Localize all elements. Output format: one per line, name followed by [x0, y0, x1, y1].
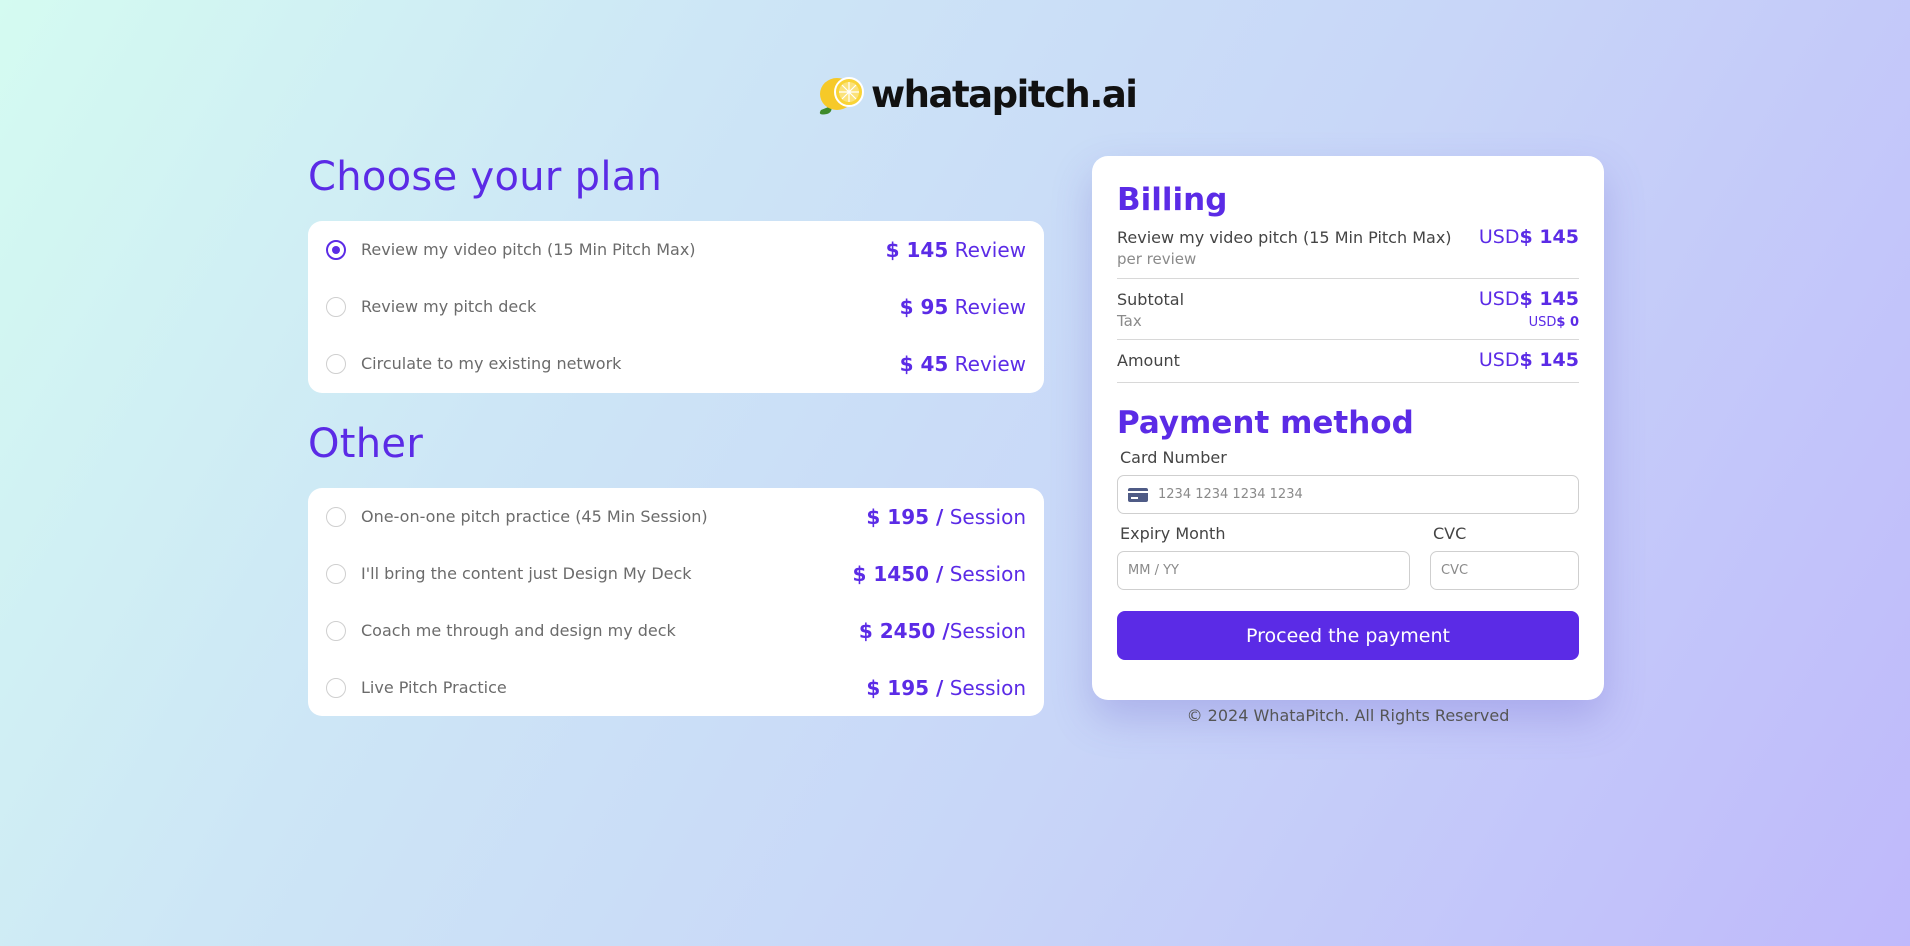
plan-price-unit: Review — [954, 294, 1026, 319]
plan-label: Review my video pitch (15 Min Pitch Max) — [361, 240, 696, 259]
cvc-label: CVC — [1433, 524, 1467, 543]
plan-price-amount: $ 1450 / — [852, 561, 944, 586]
currency-label: USD — [1478, 226, 1520, 248]
plan-option-circulate[interactable]: Circulate to my existing network $ 45 Re… — [308, 335, 1044, 392]
plan-price-unit: Review — [954, 237, 1026, 262]
plan-option-pitch-deck[interactable]: Review my pitch deck $ 95 Review — [308, 278, 1044, 335]
radio-button[interactable] — [326, 353, 346, 374]
plan-price-unit: Review — [954, 351, 1026, 376]
billing-panel: Billing Review my video pitch (15 Min Pi… — [1092, 156, 1604, 700]
other-option-coach-design[interactable]: Coach me through and design my deck $ 24… — [308, 602, 1044, 659]
plan-label: One-on-one pitch practice (45 Min Sessio… — [361, 507, 708, 526]
plan-price-amount: $ 195 / — [866, 504, 944, 529]
currency-label: USD — [1478, 349, 1520, 371]
billing-title: Billing — [1117, 182, 1228, 218]
plan-price-amount: $ 2450 / — [858, 618, 950, 643]
plan-price-amount: $ 145 — [885, 237, 949, 262]
footer-copyright: © 2024 WhataPitch. All Rights Reserved — [1186, 706, 1510, 725]
plan-price-amount: $ 95 — [899, 294, 949, 319]
plan-price: $ 95 Review — [900, 295, 1026, 319]
plan-price-unit: Session — [949, 561, 1026, 586]
expiry-field[interactable]: MM / YY — [1117, 551, 1410, 590]
other-card: One-on-one pitch practice (45 Min Sessio… — [308, 488, 1044, 716]
subtotal-row: Subtotal USD$ 145 — [1117, 288, 1579, 310]
plan-label: I'll bring the content just Design My De… — [361, 564, 692, 583]
amount-price: USD$ 145 — [1479, 349, 1579, 371]
plan-label: Coach me through and design my deck — [361, 621, 676, 640]
plan-label: Live Pitch Practice — [361, 678, 507, 697]
tax-row: Tax USD$ 0 — [1117, 312, 1579, 330]
payment-method-title: Payment method — [1117, 405, 1414, 441]
plan-price: $ 2450 /Session — [859, 619, 1026, 643]
plan-price: $ 45 Review — [900, 352, 1026, 376]
plan-price-unit: Session — [949, 504, 1026, 529]
radio-button[interactable] — [326, 620, 346, 641]
lemon-logo-icon — [819, 77, 864, 115]
plan-price: $ 195 / Session — [866, 676, 1026, 700]
expiry-group: Expiry Month MM / YY — [1117, 524, 1410, 590]
divider — [1117, 278, 1579, 279]
radio-button[interactable] — [326, 506, 346, 527]
plans-title: Choose your plan — [308, 154, 663, 200]
plan-price-amount: $ 45 — [899, 351, 949, 376]
other-option-pitch-practice[interactable]: One-on-one pitch practice (45 Min Sessio… — [308, 488, 1044, 545]
billing-item-row: Review my video pitch (15 Min Pitch Max)… — [1117, 226, 1579, 248]
price-amount: $ 145 — [1519, 288, 1580, 310]
divider — [1117, 339, 1579, 340]
radio-button[interactable] — [326, 239, 346, 260]
plan-price: $ 145 Review — [886, 238, 1026, 262]
currency-label: USD — [1528, 315, 1557, 330]
expiry-label: Expiry Month — [1120, 524, 1226, 543]
card-number-field[interactable]: 1234 1234 1234 1234 — [1117, 475, 1579, 514]
radio-button[interactable] — [326, 677, 346, 698]
price-amount: $ 0 — [1556, 315, 1579, 330]
radio-button[interactable] — [326, 296, 346, 317]
plan-price-unit: Session — [949, 675, 1026, 700]
tax-label: Tax — [1117, 312, 1142, 330]
divider — [1117, 382, 1579, 383]
brand-name: whatapitch.ai — [871, 72, 1138, 116]
plan-price-unit: Session — [949, 618, 1026, 643]
plan-option-video-review[interactable]: Review my video pitch (15 Min Pitch Max)… — [308, 221, 1044, 278]
cvc-group: CVC CVC — [1430, 524, 1579, 590]
other-option-live-practice[interactable]: Live Pitch Practice $ 195 / Session — [308, 659, 1044, 716]
subtotal-label: Subtotal — [1117, 290, 1185, 309]
radio-button[interactable] — [326, 563, 346, 584]
billing-item-price: USD$ 145 — [1479, 226, 1579, 248]
expiry-placeholder: MM / YY — [1128, 563, 1179, 578]
currency-label: USD — [1478, 288, 1520, 310]
other-title: Other — [308, 421, 424, 467]
billing-item-label: Review my video pitch (15 Min Pitch Max) — [1117, 228, 1452, 247]
brand-logo[interactable]: whatapitch.ai — [815, 70, 1138, 118]
amount-row: Amount USD$ 145 — [1117, 349, 1579, 371]
plans-card: Review my video pitch (15 Min Pitch Max)… — [308, 221, 1044, 393]
tax-price: USD$ 0 — [1529, 315, 1579, 330]
plan-price-amount: $ 195 / — [866, 675, 944, 700]
card-number-label: Card Number — [1120, 448, 1227, 467]
billing-item-sub: per review — [1117, 250, 1197, 268]
price-amount: $ 145 — [1519, 349, 1580, 371]
plan-label: Review my pitch deck — [361, 297, 537, 316]
plan-price: $ 1450 / Session — [853, 562, 1026, 586]
plan-price: $ 195 / Session — [866, 505, 1026, 529]
cvc-field[interactable]: CVC — [1430, 551, 1579, 590]
expiry-cvc-row: Expiry Month MM / YY CVC CVC — [1117, 524, 1579, 590]
amount-label: Amount — [1117, 351, 1180, 370]
other-option-design-deck[interactable]: I'll bring the content just Design My De… — [308, 545, 1044, 602]
credit-card-icon — [1128, 487, 1148, 502]
cvc-placeholder: CVC — [1441, 563, 1469, 578]
subtotal-price: USD$ 145 — [1479, 288, 1579, 310]
price-amount: $ 145 — [1519, 226, 1580, 248]
proceed-payment-button[interactable]: Proceed the payment — [1117, 611, 1579, 660]
card-number-placeholder: 1234 1234 1234 1234 — [1158, 487, 1303, 502]
plan-label: Circulate to my existing network — [361, 354, 622, 373]
